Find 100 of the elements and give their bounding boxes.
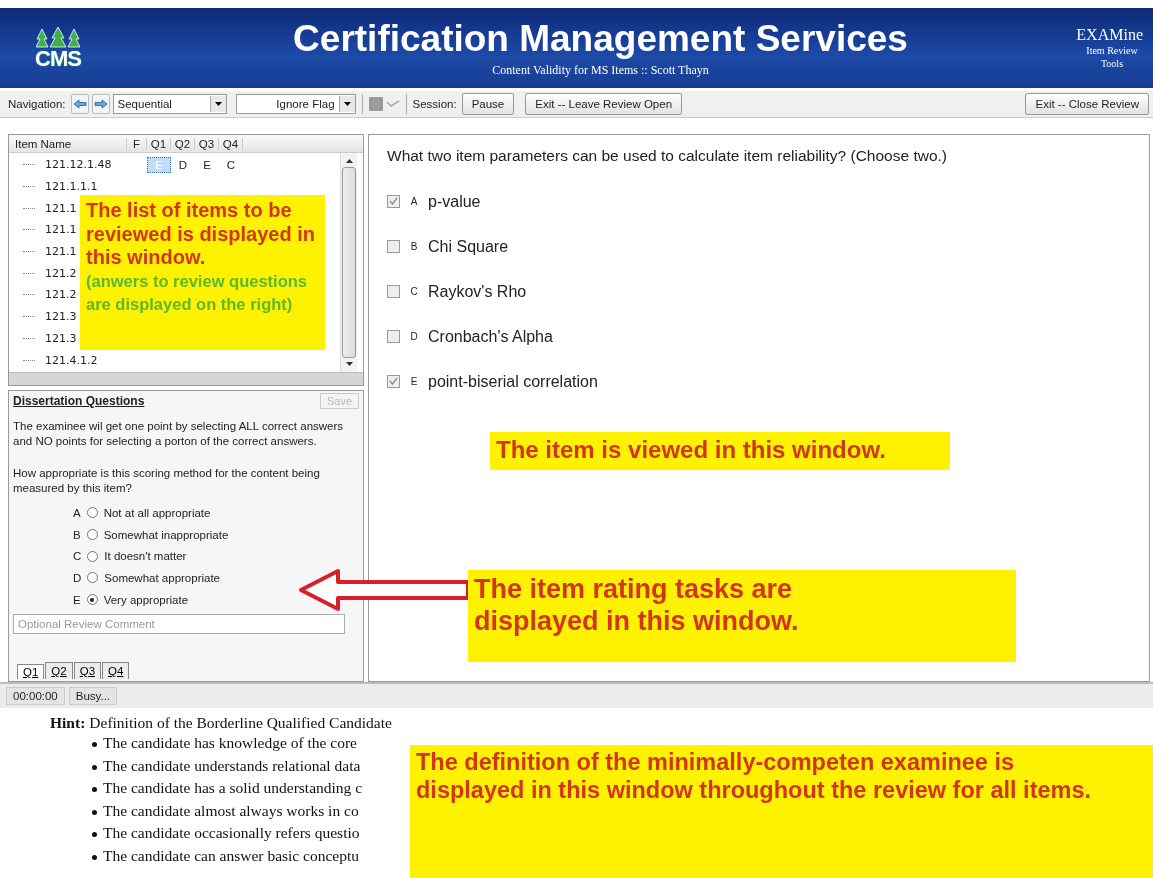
option-label: Somewhat appropriate xyxy=(104,571,221,584)
choice-letter: E xyxy=(409,376,419,387)
question-tab[interactable]: Q2 xyxy=(45,662,73,679)
option-letter: C xyxy=(73,550,82,563)
choice-label: point-biserial correlation xyxy=(428,372,598,391)
item-name[interactable]: 121.4.1.2 xyxy=(45,353,98,367)
choice-label: Raykov's Rho xyxy=(428,282,527,301)
hint-bullet: The candidate has a solid understanding c xyxy=(103,779,363,799)
item-name[interactable]: 121.2 xyxy=(45,288,77,302)
column-header: F xyxy=(127,137,147,150)
callout-text: The item rating tasks are displayed in this window. xyxy=(474,574,800,638)
session-label: Session: xyxy=(412,98,457,110)
close-review-button[interactable]: Exit -- Close Review xyxy=(1025,93,1149,115)
logo-text: CMS xyxy=(35,49,81,69)
bullet-icon xyxy=(92,832,97,838)
product-name: EXAMine xyxy=(1076,26,1143,44)
radio-button[interactable] xyxy=(87,572,99,584)
question-tab[interactable]: Q4 xyxy=(102,662,130,679)
choice-letter: A xyxy=(409,196,419,207)
question-tab[interactable]: Q3 xyxy=(73,662,102,679)
bullet-icon xyxy=(92,764,97,770)
radio-button[interactable] xyxy=(86,594,98,606)
next-button[interactable] xyxy=(91,94,110,114)
bullet-icon xyxy=(92,787,97,793)
flag-dropdown[interactable]: Ignore Flag xyxy=(235,94,356,114)
callout-note: (anwers to review questions are displayed on the right) xyxy=(86,270,308,315)
comment-field[interactable]: Optional Review Comment xyxy=(13,614,345,635)
column-header: Q4 xyxy=(219,137,243,150)
dropdown-arrow-icon xyxy=(214,102,222,106)
checkbox[interactable] xyxy=(387,195,400,208)
bullet-icon xyxy=(92,742,97,747)
item-question: What two item parameters can be used to calculate item reliability? (Choose two.) xyxy=(387,147,948,165)
checkbox[interactable] xyxy=(387,285,400,298)
option-label: Not at all appropriate xyxy=(103,506,211,519)
answer-cell[interactable]: E xyxy=(195,156,219,173)
callout-text: The list of items to be reviewed is displayed in this window. xyxy=(86,199,316,270)
hint-title: Definition of the Borderline Qualified Candidate xyxy=(89,714,392,732)
question-tab[interactable]: Q1 xyxy=(17,664,45,679)
radio-button[interactable] xyxy=(86,529,98,541)
column-header: Q1 xyxy=(147,137,171,150)
check-icon xyxy=(389,197,398,206)
radio-button[interactable] xyxy=(86,507,98,519)
item-name[interactable]: 121.3 xyxy=(45,310,77,324)
column-header: Q3 xyxy=(195,137,219,150)
timer: 00:00:00 xyxy=(6,687,65,705)
order-dropdown[interactable]: Sequential xyxy=(112,94,227,114)
left-arrow-icon xyxy=(72,99,87,109)
checkbox[interactable] xyxy=(387,240,400,253)
hint-bullet: The candidate almost always works in co xyxy=(103,801,359,821)
option-letter: D xyxy=(73,571,82,584)
item-name[interactable]: 121.1.1.1 xyxy=(45,180,98,194)
option-letter: B xyxy=(73,528,81,541)
hint-label: Hint: xyxy=(50,714,86,732)
app-title: Certification Management Services xyxy=(293,18,908,59)
scoring-statement: The examinee wil get one point by selecting ALL correct answers and NO points for selecting a porton of the correct answers. xyxy=(13,419,345,449)
radio-button[interactable] xyxy=(87,550,99,562)
check-icon[interactable] xyxy=(385,100,400,108)
trees-icon xyxy=(36,27,80,49)
scrollbar[interactable] xyxy=(340,153,357,372)
bullet-icon xyxy=(92,854,97,860)
item-name[interactable]: 121.3 xyxy=(45,331,77,345)
dropdown-arrow-icon xyxy=(343,102,351,106)
rating-question: How appropriate is this scoring method for the content being measured by this item? xyxy=(13,466,321,496)
choice-letter: D xyxy=(409,331,419,342)
option-label: Very appropriate xyxy=(103,593,189,606)
bullet-icon xyxy=(92,809,97,815)
hint-bullet: The candidate has knowledge of the core xyxy=(103,734,357,753)
pause-button[interactable]: Pause xyxy=(461,93,515,115)
item-name[interactable]: 121.12.1.48 xyxy=(45,158,112,172)
navigation-label: Navigation: xyxy=(8,98,66,110)
hint-bullet: The candidate occasionally refers questio xyxy=(103,824,360,844)
item-name[interactable]: 121.1 xyxy=(45,245,77,259)
right-arrow-icon xyxy=(93,99,108,109)
choice-label: Chi Square xyxy=(428,237,509,256)
option-letter: E xyxy=(73,593,81,606)
horizontal-scrollbar[interactable] xyxy=(9,372,363,385)
answer-cell[interactable]: D xyxy=(171,156,195,173)
option-label: Somewhat inappropriate xyxy=(103,528,229,541)
hint-bullet: The candidate understands relational data xyxy=(103,756,361,776)
callout-text: The definition of the minimally-competen examinee is displayed in this window throughout the review for all items. xyxy=(416,749,1093,805)
checkbox[interactable] xyxy=(387,330,400,343)
previous-button[interactable] xyxy=(70,94,89,114)
exit-button[interactable]: Exit -- Leave Review Open xyxy=(525,93,683,115)
checkbox[interactable] xyxy=(387,375,400,388)
scroll-down-icon[interactable] xyxy=(345,362,353,366)
hint-bullet: The candidate can answer basic conceptu xyxy=(103,846,360,866)
item-name[interactable]: 121.1 xyxy=(45,201,77,215)
choice-label: Cronbach's Alpha xyxy=(428,327,553,346)
subtitle: Content Validity for MS Items :: Scott Thayn xyxy=(492,62,709,78)
option-label: It doesn't matter xyxy=(104,550,187,563)
column-header: Item Name xyxy=(15,137,127,150)
answer-cell[interactable]: C xyxy=(219,156,243,173)
item-name[interactable]: 121.1 xyxy=(45,223,77,237)
product-subtitle: Item Review Tools xyxy=(1085,44,1139,70)
column-header: Q2 xyxy=(171,137,195,150)
choice-label: p-value xyxy=(428,192,481,211)
item-name[interactable]: 121.2 xyxy=(45,266,77,280)
status-text: Busy... xyxy=(68,687,118,705)
choice-letter: B xyxy=(409,241,419,252)
scroll-up-icon[interactable] xyxy=(345,159,353,163)
